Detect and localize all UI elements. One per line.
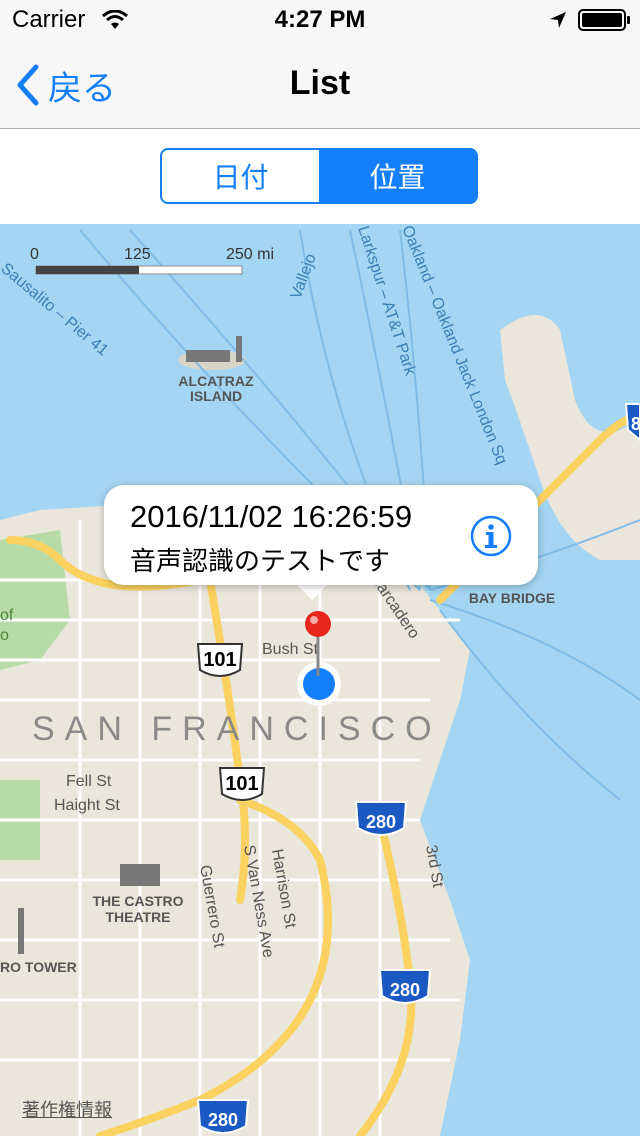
segment-date[interactable]: 日付 — [162, 150, 319, 202]
us101-shield-2: 101 — [225, 773, 258, 795]
fell-st-label: Fell St — [66, 773, 112, 790]
status-time: 4:27 PM — [274, 6, 366, 33]
status-bar: Carrier 4:27 PM — [0, 0, 640, 40]
scale-label-125: 125 — [124, 246, 151, 263]
tower-label: RO TOWER — [0, 959, 77, 975]
map-canvas[interactable]: 0 125 250 mi Sausalito – Pier 41 Vallejo… — [0, 224, 640, 1136]
haight-st-label: Haight St — [54, 797, 120, 814]
battery-icon — [578, 9, 630, 31]
i80-shield: 8 — [631, 414, 640, 434]
alcatraz-icon — [186, 350, 230, 362]
bay-bridge-label: BAY BRIDGE — [469, 590, 555, 606]
i280-shield-3: 280 — [208, 1110, 238, 1130]
i280-shield: 280 — [366, 812, 396, 832]
segment-location[interactable]: 位置 — [319, 150, 476, 202]
bush-st-label: Bush St — [262, 641, 319, 658]
castro-theatre-label-2: THEATRE — [105, 909, 170, 925]
location-arrow-icon — [550, 12, 566, 28]
page-title: List — [289, 64, 351, 102]
callout-subtitle: 音声認識のテストです — [130, 546, 391, 576]
scale-label-0: 0 — [30, 246, 39, 263]
map-view[interactable]: 0 125 250 mi Sausalito – Pier 41 Vallejo… — [0, 224, 640, 1136]
castro-theatre-label: THE CASTRO — [93, 893, 184, 909]
castro-theatre-icon — [120, 864, 160, 886]
callout-title: 2016/11/02 16:26:59 — [130, 499, 413, 534]
lighthouse-icon — [236, 336, 242, 362]
info-icon[interactable] — [470, 515, 512, 557]
annotation-callout[interactable]: 2016/11/02 16:26:59 音声認識のテストです — [104, 485, 538, 585]
sort-segmented-control: 日付 位置 — [160, 148, 478, 204]
scale-label-250: 250 mi — [226, 246, 274, 263]
legal-link[interactable]: 著作権情報 — [22, 1096, 112, 1122]
navigation-bar: 戻る List — [0, 40, 640, 129]
alcatraz-label: ALCATRAZ — [178, 373, 254, 389]
park-label-2: o — [0, 627, 9, 644]
i280-shield-2: 280 — [390, 980, 420, 1000]
park-label: of — [0, 607, 14, 624]
sutro-tower-icon — [18, 908, 24, 954]
us101-shield: 101 — [203, 649, 236, 671]
san-francisco-label: SAN FRANCISCO — [32, 710, 442, 748]
alcatraz-label-2: ISLAND — [190, 388, 242, 404]
